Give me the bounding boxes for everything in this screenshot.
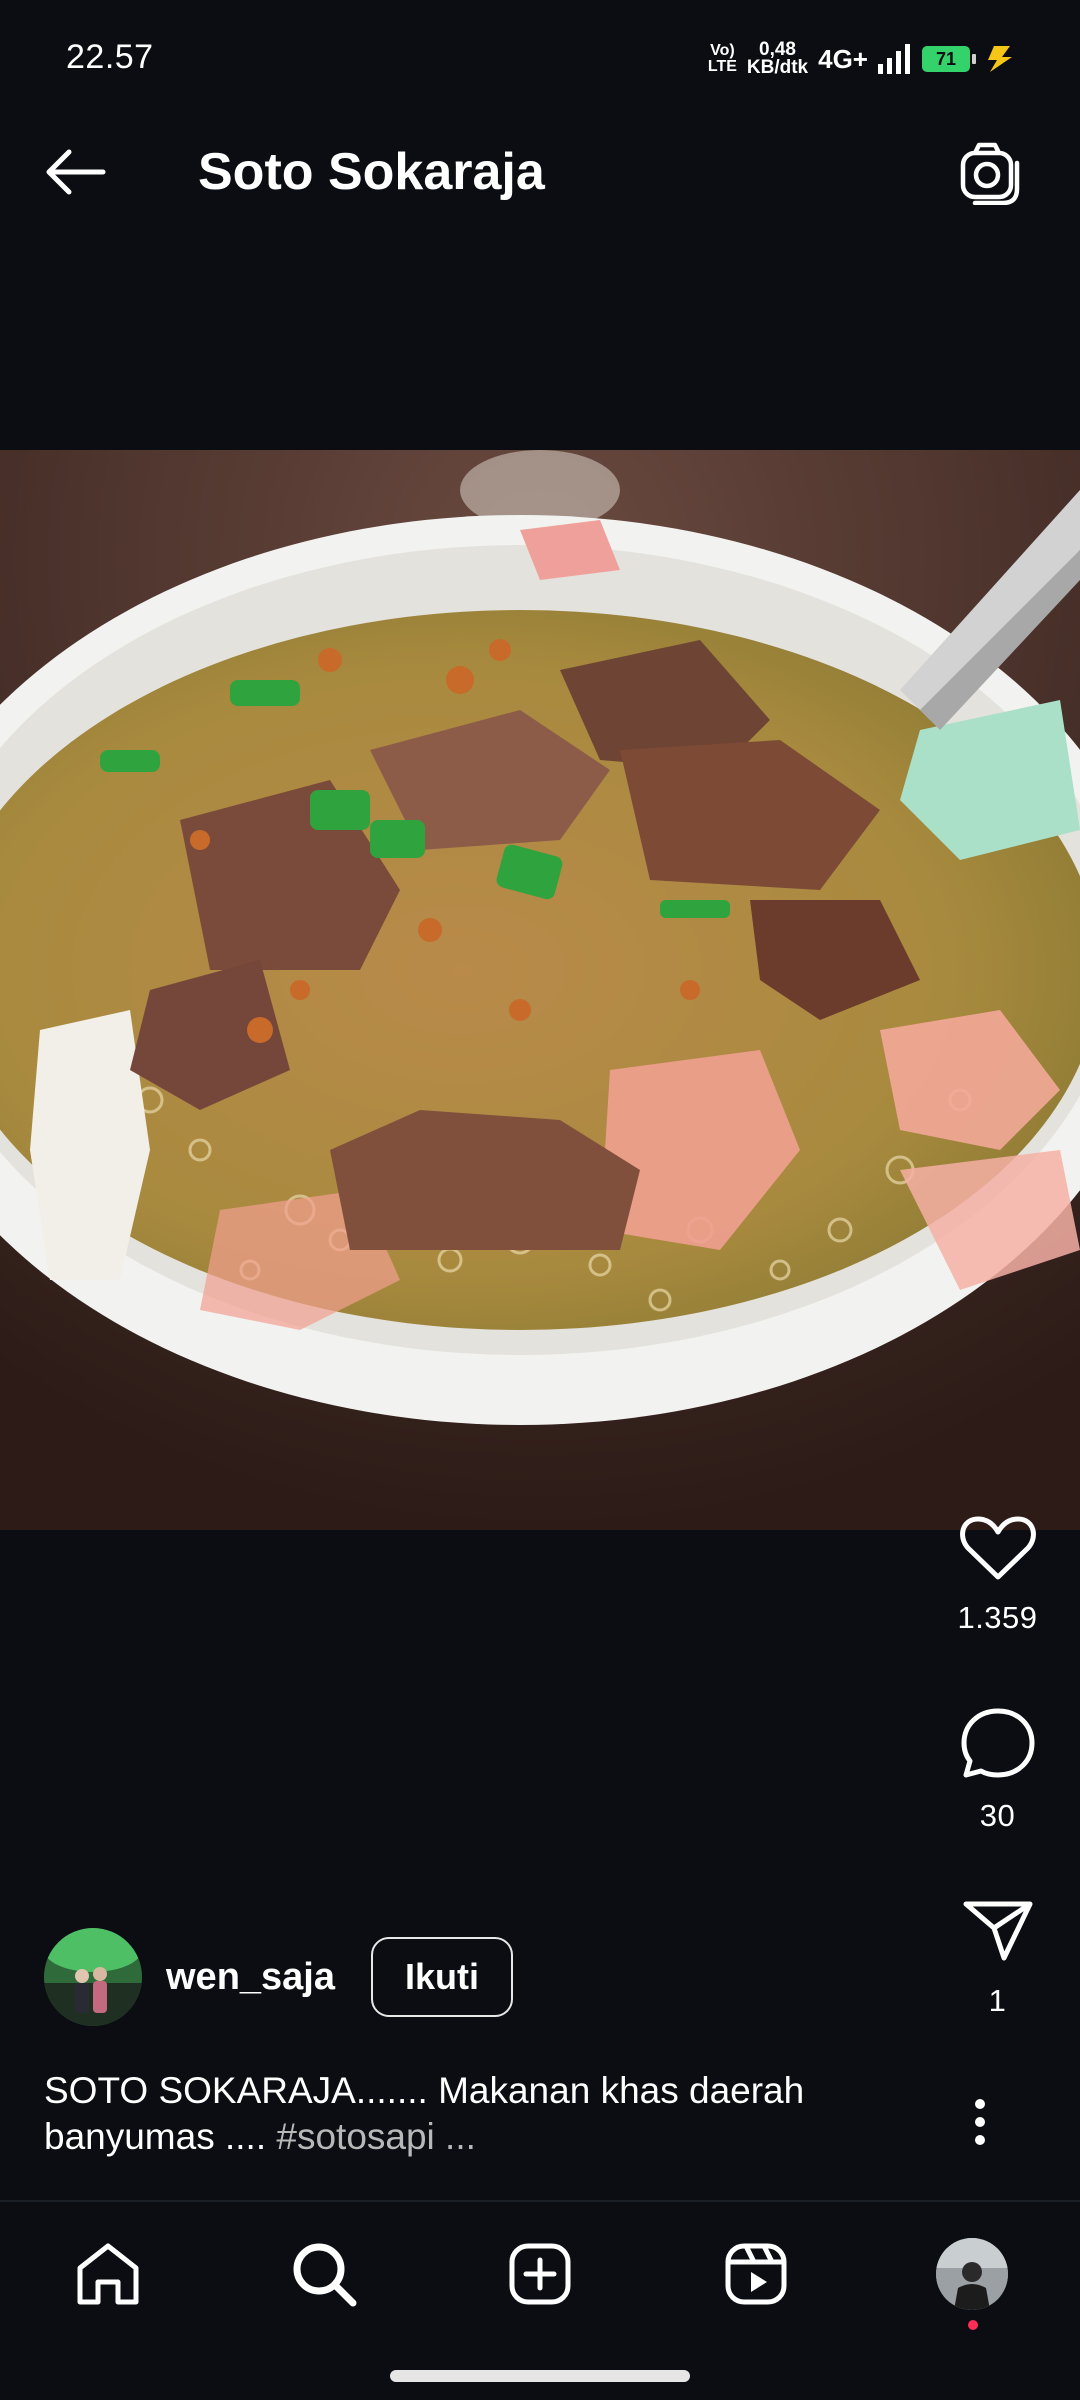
caption-hashtag[interactable]: #sotosapi (276, 2116, 434, 2157)
comment-icon (961, 1708, 1034, 1778)
volte-indicator: Vo) LTE (707, 42, 737, 75)
search-icon (293, 2243, 357, 2307)
share-action: 1 (915, 1898, 1080, 2019)
create-icon (509, 2243, 571, 2305)
comment-count: 30 (979, 1798, 1016, 1833)
share-button[interactable] (960, 1898, 1036, 1969)
notification-dot (968, 2320, 978, 2330)
status-icons: Vo) LTE 0,48 KB/dtk 4G+ 71 (708, 34, 1020, 84)
nav-reels[interactable] (716, 2234, 796, 2314)
charging-icon (988, 46, 1012, 72)
post-caption[interactable]: SOTO SOKARAJA....... Makanan khas daerah… (44, 2068, 904, 2160)
status-time: 22.57 (66, 38, 154, 76)
more-options-button[interactable] (950, 2092, 1010, 2152)
more-vertical-icon (975, 2099, 985, 2145)
nav-create[interactable] (500, 2234, 580, 2314)
signal-icon (878, 44, 910, 74)
like-button[interactable] (959, 1515, 1036, 1586)
follow-button[interactable]: Ikuti (371, 1937, 513, 2017)
home-indicator[interactable] (390, 2370, 690, 2382)
status-bar: 22.57 Vo) LTE 0,48 KB/dtk 4G+ 71 (0, 0, 1080, 92)
like-action: 1.359 (915, 1515, 1080, 1636)
camera-button[interactable] (956, 137, 1028, 209)
arrow-left-icon (46, 149, 106, 195)
username[interactable]: wen_saja (166, 1956, 335, 1999)
send-icon (963, 1901, 1032, 1961)
comment-button[interactable] (960, 1707, 1036, 1784)
reels-icon (725, 2243, 787, 2305)
heart-icon (959, 1516, 1036, 1580)
battery-indicator: 71 (922, 46, 976, 72)
header: Soto Sokaraja (0, 92, 1080, 252)
page-title: Soto Sokaraja (198, 143, 545, 201)
post-author-row: wen_saja Ikuti (44, 1925, 513, 2029)
camera-icon (960, 142, 1020, 205)
network-type: 4G+ (818, 43, 868, 74)
nav-profile[interactable] (932, 2234, 1012, 2330)
comment-action: 30 (915, 1707, 1080, 1834)
bottom-navigation (0, 2200, 1080, 2400)
nav-home[interactable] (68, 2234, 148, 2314)
like-count: 1.359 (957, 1600, 1038, 1635)
back-button[interactable] (40, 137, 110, 207)
post-image[interactable] (0, 450, 1080, 1530)
network-speed: 0,48 KB/dtk (746, 39, 809, 78)
caption-more[interactable]: ... (435, 2116, 476, 2157)
profile-avatar (936, 2238, 1008, 2310)
share-count: 1 (988, 1983, 1007, 2018)
nav-search[interactable] (284, 2234, 364, 2314)
avatar[interactable] (44, 1928, 142, 2026)
home-icon (77, 2243, 139, 2305)
